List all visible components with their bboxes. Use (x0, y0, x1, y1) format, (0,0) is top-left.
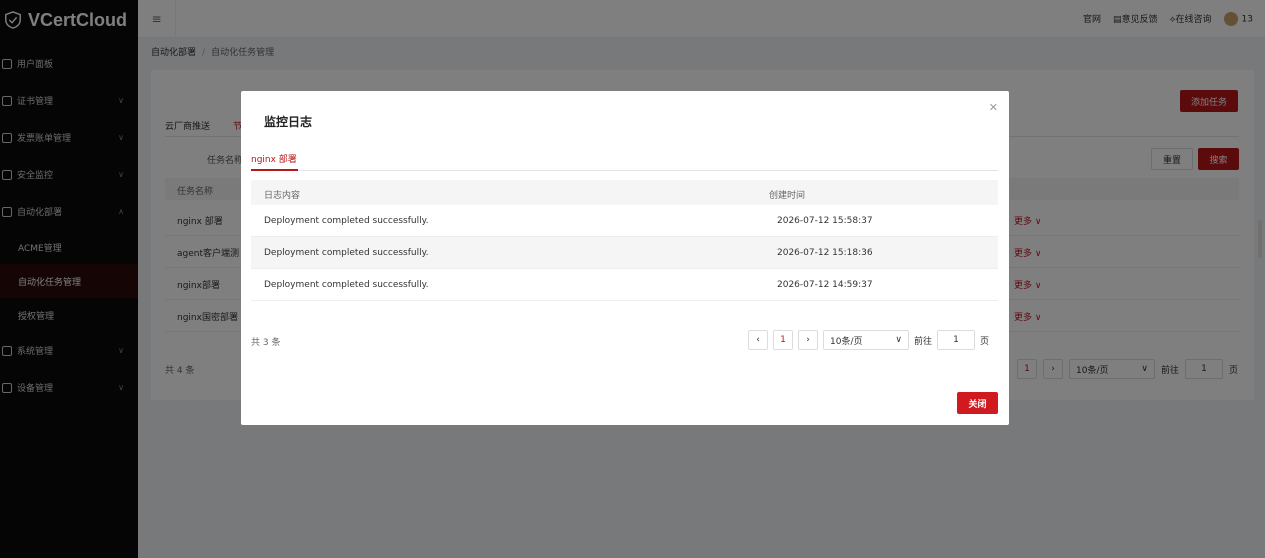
chevron-down-icon: ∨ (895, 335, 902, 345)
table-row: Deployment completed successfully. 2026-… (251, 269, 998, 301)
goto-page-input[interactable]: 1 (937, 330, 976, 350)
prev-page-button[interactable]: ‹ (748, 330, 768, 350)
table-row: Deployment completed successfully. 2026-… (251, 237, 998, 269)
active-tab-indicator (251, 169, 298, 171)
next-page-button[interactable]: › (798, 330, 818, 350)
page-unit-label: 页 (980, 336, 990, 347)
tab-divider (251, 170, 998, 171)
page-number[interactable]: 1 (773, 330, 793, 350)
column-header-content: 日志内容 (264, 191, 301, 201)
log-content: Deployment completed successfully. (264, 280, 429, 290)
tab-nginx-deploy[interactable]: nginx 部署 (251, 152, 297, 165)
goto-label: 前往 (914, 336, 933, 347)
page-size-select[interactable]: 10条/页∨ (823, 330, 909, 350)
dialog-pagination: ‹ 1 › 10条/页 ∨ 前往 1 页 (748, 330, 989, 350)
log-content: Deployment completed successfully. (264, 248, 429, 258)
dialog-title: 监控日志 (264, 115, 313, 129)
column-header-time: 创建时间 (769, 191, 806, 201)
close-icon[interactable]: ✕ (989, 101, 998, 114)
table-row: Deployment completed successfully. 2026-… (251, 205, 998, 237)
log-total: 共 3 条 (251, 338, 281, 348)
monitor-log-dialog: 监控日志 ✕ nginx 部署 日志内容 创建时间 Deployment com… (241, 91, 1009, 425)
log-time: 2026-07-12 15:58:37 (777, 216, 873, 226)
close-button[interactable]: 关闭 (957, 392, 998, 414)
log-content: Deployment completed successfully. (264, 216, 429, 226)
log-time: 2026-07-12 14:59:37 (777, 280, 873, 290)
log-table-header: 日志内容 创建时间 (251, 180, 998, 205)
log-time: 2026-07-12 15:18:36 (777, 248, 873, 258)
